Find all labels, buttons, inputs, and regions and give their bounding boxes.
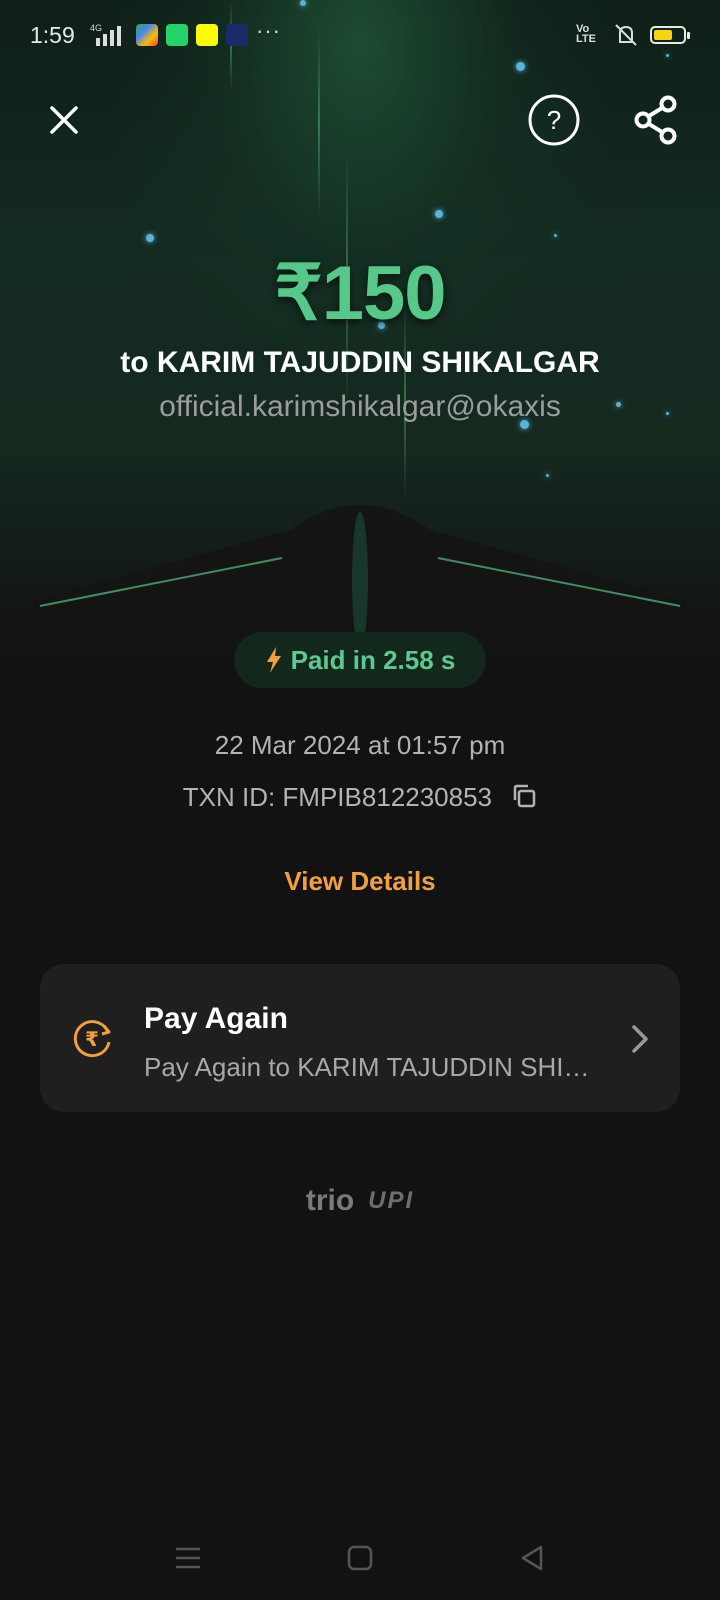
star-dot	[435, 210, 443, 218]
news-app-icon	[226, 24, 248, 46]
network-label: 4G	[90, 23, 102, 33]
trio-logo: trio	[305, 1184, 355, 1217]
svg-text:₹: ₹	[85, 1027, 99, 1051]
paid-time-text: Paid in 2.58 s	[290, 644, 456, 675]
view-details-link[interactable]: View Details	[0, 866, 720, 897]
snapchat-icon	[196, 24, 218, 46]
transaction-id-row: TXN ID: FMPIB812230853	[0, 782, 720, 816]
google-play-games-icon	[136, 24, 158, 46]
back-triangle-icon	[521, 1545, 543, 1571]
pay-again-title: Pay Again	[144, 1002, 288, 1035]
status-time: 1:59	[30, 22, 75, 48]
recipient-name: to KARIM TAJUDDIN SHIKALGAR	[120, 346, 600, 379]
close-icon	[50, 106, 78, 134]
lightning-icon	[266, 647, 281, 673]
battery-fill	[654, 30, 672, 40]
more-notifications-icon: ···	[256, 18, 281, 43]
upi-logo: UPI	[368, 1187, 415, 1214]
home-square-icon	[347, 1545, 373, 1571]
share-icon	[634, 95, 677, 145]
home-button[interactable]	[340, 1538, 380, 1578]
pay-again-card[interactable]: ₹ Pay Again Pay Again to KARIM TAJUDDIN …	[40, 964, 680, 1112]
back-button[interactable]	[512, 1538, 552, 1578]
battery-nub	[687, 32, 690, 39]
help-button[interactable]: ?	[526, 92, 582, 148]
star-dot	[146, 234, 154, 242]
whatsapp-icon	[166, 24, 188, 46]
star-dot	[554, 234, 557, 237]
chevron-right-icon	[632, 1025, 648, 1053]
star-dot	[546, 474, 549, 477]
share-button[interactable]	[628, 92, 684, 148]
volte-icon: Vo LTE	[576, 23, 596, 45]
close-button[interactable]	[36, 92, 92, 148]
footer-branding: trio UPI	[0, 1184, 720, 1218]
copy-icon[interactable]	[511, 783, 537, 816]
help-icon: ?	[528, 94, 580, 146]
signal-icon: 4G	[88, 22, 128, 53]
payment-datetime: 22 Mar 2024 at 01:57 pm	[214, 730, 506, 760]
status-bar: 1:59 4G ··· Vo LTE	[0, 0, 720, 72]
system-navigation-bar	[0, 1520, 720, 1600]
mute-icon	[612, 22, 640, 53]
recipient-upi-id: official.karimshikalgar@okaxis	[159, 390, 561, 423]
menu-icon	[176, 1547, 200, 1569]
recent-apps-button[interactable]	[168, 1538, 208, 1578]
battery-icon	[650, 26, 690, 44]
plane-illustration	[0, 505, 720, 650]
paid-time-badge: Paid in 2.58 s	[234, 632, 486, 688]
rupee-refresh-icon: ₹	[73, 1020, 111, 1058]
payment-amount: ₹150	[274, 251, 446, 336]
pay-again-subtitle: Pay Again to KARIM TAJUDDIN SHIKALGAR	[144, 1052, 604, 1082]
svg-text:?: ?	[547, 105, 561, 135]
transaction-id: TXN ID: FMPIB812230853	[182, 782, 493, 812]
